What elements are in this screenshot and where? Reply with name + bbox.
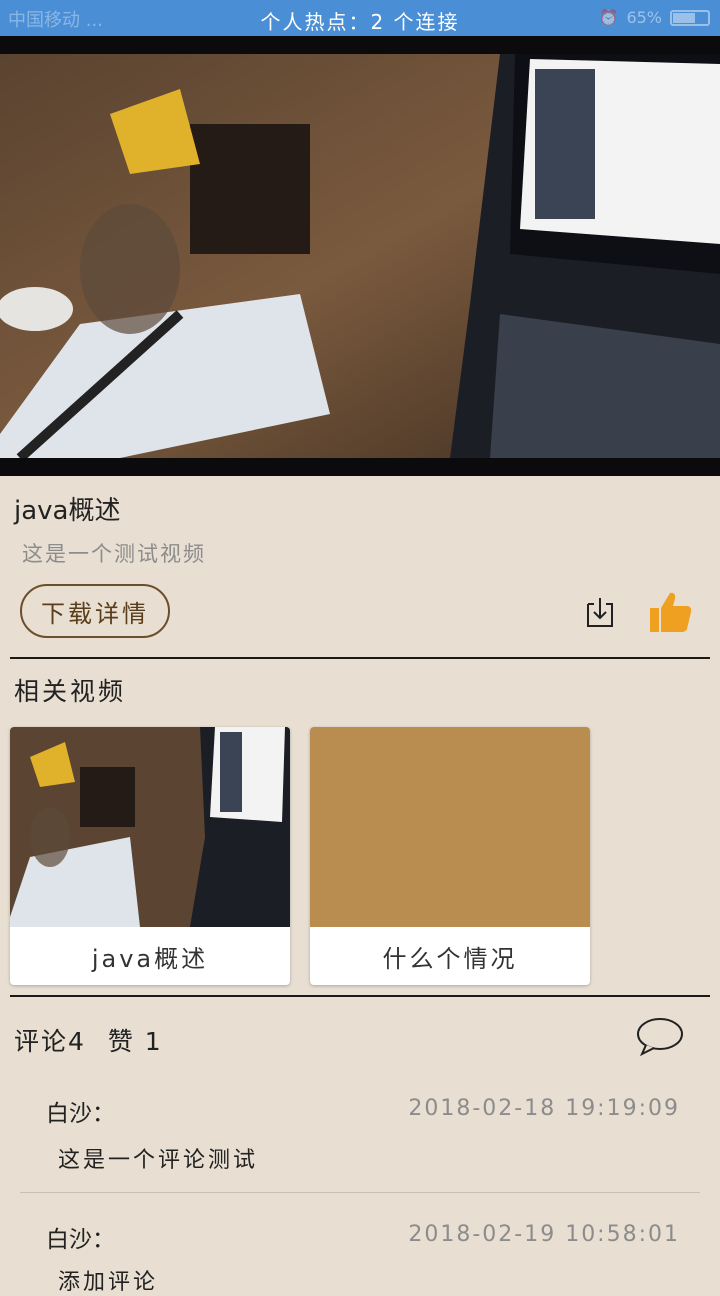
related-video-caption: 什么个情况 <box>382 944 518 973</box>
comment-user: 白沙： <box>46 1227 115 1253</box>
comment-separator <box>20 1192 700 1193</box>
video-frame <box>0 54 720 458</box>
related-video-caption: java概述 <box>91 944 209 973</box>
alarm-icon: ⏰ <box>598 8 619 27</box>
comment-count: 评论4 <box>14 1027 86 1056</box>
related-videos-heading: 相关视频 <box>14 677 127 706</box>
video-player[interactable] <box>0 36 720 476</box>
related-video-thumbnail <box>10 727 290 927</box>
comment-like-counts: 评论4 赞 1 <box>14 1022 163 1058</box>
video-title: java概述 <box>14 496 121 526</box>
comment-time: 2018-02-18 19:19:09 <box>408 1096 680 1121</box>
download-details-button[interactable]: 下载详情 <box>20 584 170 638</box>
video-description: 这是一个测试视频 <box>22 542 206 566</box>
comment-text: 添加评论 <box>58 1270 159 1295</box>
comment-user: 白沙： <box>46 1101 115 1127</box>
battery-percent: 65% <box>626 8 662 27</box>
related-video-card[interactable]: 什么个情况 <box>310 727 590 985</box>
divider <box>10 995 710 997</box>
related-video-thumbnail <box>310 727 590 927</box>
status-bar: 中国移动 ... 个人热点：2 个连接 ⏰ 65% <box>0 0 720 36</box>
divider <box>10 657 710 659</box>
battery-fill <box>673 12 696 23</box>
download-icon[interactable] <box>584 596 616 634</box>
battery-icon <box>670 9 710 26</box>
comment-icon[interactable] <box>636 1016 684 1060</box>
status-right: ⏰ 65% <box>599 8 710 27</box>
comment-text: 这是一个评论测试 <box>58 1148 259 1173</box>
like-count: 赞 1 <box>107 1027 163 1056</box>
comment-time: 2018-02-19 10:58:01 <box>408 1222 680 1247</box>
related-video-card[interactable]: java概述 <box>10 727 290 985</box>
thumbs-up-icon[interactable] <box>648 590 692 638</box>
